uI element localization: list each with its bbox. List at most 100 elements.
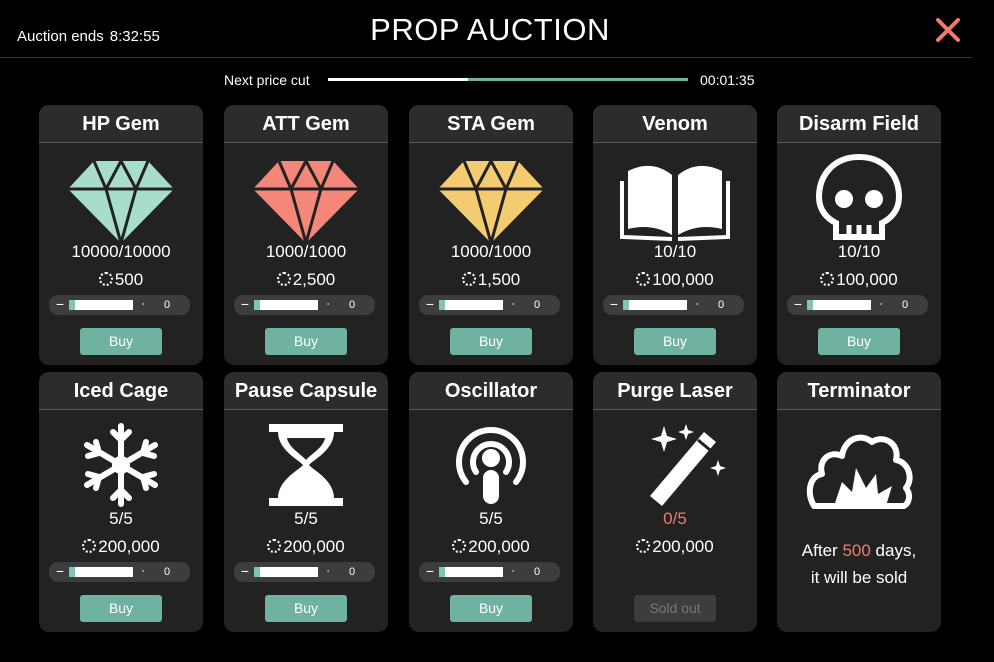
minus-button[interactable]: − xyxy=(791,295,805,315)
minus-button[interactable]: − xyxy=(607,295,621,315)
minus-button[interactable]: − xyxy=(238,295,252,315)
coin-icon xyxy=(452,539,467,553)
after-days: 500 xyxy=(842,541,871,560)
snowflake-icon xyxy=(66,420,176,510)
skull-icon xyxy=(804,153,914,243)
coin-icon xyxy=(461,272,476,286)
broadcast-icon xyxy=(436,420,546,510)
item-stock: 10000/10000 xyxy=(71,242,171,261)
item-stock: 1000/1000 xyxy=(450,242,532,261)
item-price-value: 200,000 xyxy=(652,537,714,556)
item-price-value: 200,000 xyxy=(283,537,345,556)
item-price-value: 200,000 xyxy=(98,537,160,556)
item-card-hp-gem: HP Gem 10000/10000 500 − + 0 Buy xyxy=(39,105,203,365)
top-bar: Auction ends 8:32:55 PROP AUCTION xyxy=(0,0,972,58)
minus-button[interactable]: − xyxy=(53,295,67,315)
item-price: 100,000 xyxy=(777,270,941,290)
item-stock: 0/5 xyxy=(663,509,687,528)
buy-button[interactable]: Buy xyxy=(634,328,716,355)
item-name: Disarm Field xyxy=(798,113,920,135)
minus-button[interactable]: − xyxy=(238,562,252,582)
price-cut-progress xyxy=(328,78,688,81)
price-cut-label: Next price cut xyxy=(224,72,310,88)
quantity-input[interactable]: 0 xyxy=(698,295,744,315)
slider-thumb[interactable] xyxy=(807,300,813,310)
quantity-slider[interactable] xyxy=(254,567,318,577)
diamond-icon xyxy=(66,153,176,243)
quantity-input[interactable]: 0 xyxy=(144,295,190,315)
item-name: Pause Capsule xyxy=(234,380,378,402)
minus-button[interactable]: − xyxy=(423,562,437,582)
item-price-value: 100,000 xyxy=(836,270,898,289)
item-name: STA Gem xyxy=(447,113,535,135)
item-price: 200,000 xyxy=(39,537,203,557)
quantity-slider[interactable] xyxy=(69,300,133,310)
after-line2: it will be sold xyxy=(810,568,908,587)
item-price: 500 xyxy=(39,270,203,290)
item-price-value: 200,000 xyxy=(468,537,530,556)
item-price: 1,500 xyxy=(409,270,573,290)
slider-thumb[interactable] xyxy=(69,300,75,310)
price-cut-progress-fill xyxy=(328,78,469,81)
availability-note: After 500 days, it will be sold xyxy=(777,537,941,591)
item-price-value: 500 xyxy=(114,270,144,289)
minus-button[interactable]: − xyxy=(423,295,437,315)
coin-icon xyxy=(636,272,651,286)
coin-icon xyxy=(267,539,282,553)
item-price: 100,000 xyxy=(593,270,757,290)
close-icon[interactable] xyxy=(934,16,962,44)
item-stock: 1000/1000 xyxy=(265,242,347,261)
diamond-icon xyxy=(436,153,546,243)
explosion-icon xyxy=(804,420,914,510)
item-name: Oscillator xyxy=(444,380,538,402)
page-title: PROP AUCTION xyxy=(370,12,610,47)
slider-thumb[interactable] xyxy=(623,300,629,310)
item-price-value: 100,000 xyxy=(652,270,714,289)
coin-icon xyxy=(636,539,651,553)
buy-button[interactable]: Buy xyxy=(80,595,162,622)
quantity-slider[interactable] xyxy=(439,300,503,310)
quantity-input[interactable]: 0 xyxy=(329,295,375,315)
item-card-att-gem: ATT Gem 1000/1000 2,500 − + 0 Buy xyxy=(224,105,388,365)
buy-button[interactable]: Buy xyxy=(818,328,900,355)
item-card-pause-capsule: Pause Capsule 5/5 200,000 − + 0 Buy xyxy=(224,372,388,632)
item-name: ATT Gem xyxy=(262,113,350,135)
minus-button[interactable]: − xyxy=(53,562,67,582)
item-price-value: 2,500 xyxy=(292,270,336,289)
quantity-slider[interactable] xyxy=(69,567,133,577)
coin-icon xyxy=(98,272,113,286)
buy-button[interactable]: Buy xyxy=(265,595,347,622)
quantity-input[interactable]: 0 xyxy=(329,562,375,582)
item-price-value: 1,500 xyxy=(477,270,521,289)
quantity-input[interactable]: 0 xyxy=(514,295,560,315)
quantity-slider[interactable] xyxy=(254,300,318,310)
diamond-icon xyxy=(251,153,361,243)
slider-thumb[interactable] xyxy=(439,567,445,577)
quantity-slider[interactable] xyxy=(439,567,503,577)
quantity-input[interactable]: 0 xyxy=(144,562,190,582)
coin-icon xyxy=(276,272,291,286)
buy-button[interactable]: Buy xyxy=(450,595,532,622)
after-suffix: days, xyxy=(875,541,917,560)
price-cut-time: 00:01:35 xyxy=(700,72,755,88)
book-icon xyxy=(620,153,730,243)
buy-button[interactable]: Buy xyxy=(265,328,347,355)
item-card-purge-laser: Purge Laser 0/5 200,000 Sold out xyxy=(593,372,757,632)
item-name: Iced Cage xyxy=(73,380,169,402)
sold-out-button: Sold out xyxy=(634,595,716,622)
coin-icon xyxy=(820,272,835,286)
coin-icon xyxy=(82,539,97,553)
slider-thumb[interactable] xyxy=(254,300,260,310)
hourglass-icon xyxy=(251,420,361,510)
slider-thumb[interactable] xyxy=(439,300,445,310)
item-stock: 10/10 xyxy=(837,242,881,261)
slider-thumb[interactable] xyxy=(69,567,75,577)
quantity-slider[interactable] xyxy=(623,300,687,310)
quantity-slider[interactable] xyxy=(807,300,871,310)
buy-button[interactable]: Buy xyxy=(450,328,532,355)
quantity-input[interactable]: 0 xyxy=(882,295,928,315)
item-name: Purge Laser xyxy=(617,380,733,402)
buy-button[interactable]: Buy xyxy=(80,328,162,355)
slider-thumb[interactable] xyxy=(254,567,260,577)
quantity-input[interactable]: 0 xyxy=(514,562,560,582)
